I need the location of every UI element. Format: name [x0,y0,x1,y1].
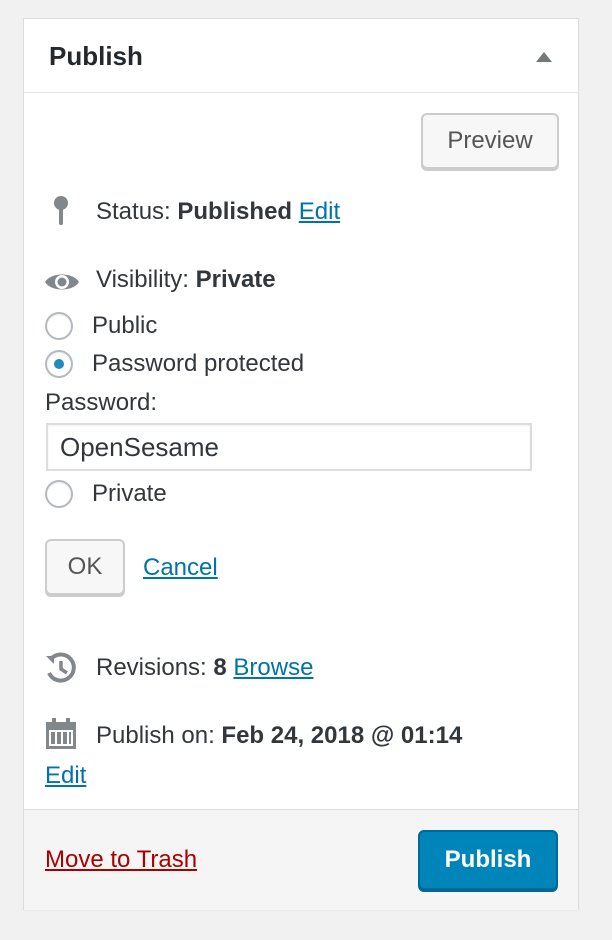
radio-private[interactable] [45,480,73,508]
publish-button[interactable]: Publish [418,830,558,890]
publish-on-row: Publish on: Feb 24, 2018 @ 01:14 [96,722,462,750]
radio-password-protected-label[interactable]: Password protected [92,350,304,378]
status-edit-link[interactable]: Edit [299,198,340,225]
status-row: Status: Published Edit [96,198,340,226]
revisions-row: Revisions: 8 Browse [96,654,313,682]
publish-box: Publish Preview Status: Published Edit V… [23,18,579,910]
radio-private-label[interactable]: Private [92,480,167,508]
status-value: Published [177,198,293,225]
eye-icon [45,274,79,290]
password-label: Password: [45,389,158,416]
visibility-value: Private [195,266,276,293]
password-field[interactable] [46,423,532,471]
radio-public[interactable] [45,312,73,340]
revisions-browse-link[interactable]: Browse [233,654,313,681]
revisions-count: 8 [213,654,227,681]
cancel-link[interactable]: Cancel [143,554,218,582]
publish-on-label: Publish on: [96,722,215,749]
arrow-up-icon[interactable] [536,52,552,62]
publish-box-footer: Move to Trash Publish [24,809,578,910]
radio-password-protected[interactable] [45,350,73,378]
publish-box-header[interactable]: Publish [24,19,578,93]
publish-box-title: Publish [49,41,143,71]
publish-on-date: Feb 24, 2018 @ 01:14 [221,722,463,749]
radio-public-label[interactable]: Public [92,312,157,340]
history-icon [46,652,76,683]
pin-icon [54,196,68,225]
visibility-label: Visibility: [96,266,189,293]
ok-button[interactable]: OK [45,539,125,595]
status-label: Status: [96,198,171,225]
move-to-trash-link[interactable]: Move to Trash [45,846,197,874]
publish-on-edit-link[interactable]: Edit [45,762,86,790]
revisions-label: Revisions: [96,654,207,681]
calendar-icon [46,718,76,749]
preview-button[interactable]: Preview [421,113,559,169]
visibility-row: Visibility: Private [96,266,276,294]
